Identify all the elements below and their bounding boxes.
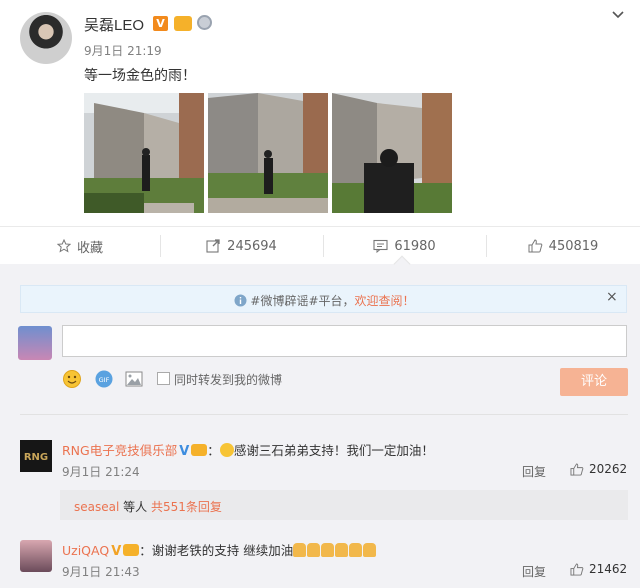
emoji-icon[interactable]: [62, 369, 82, 389]
repost-label[interactable]: 同时转发到我的微博: [174, 371, 282, 388]
comment-time[interactable]: 9月1日 21:43: [62, 563, 140, 580]
repost-checkbox[interactable]: [157, 372, 170, 385]
repost-button[interactable]: 245694: [160, 227, 323, 265]
username[interactable]: 吴磊LEO: [84, 14, 144, 35]
comment-like-count: 21462: [589, 562, 628, 576]
fist-emoji-icon: [335, 543, 349, 557]
comment-text: 感谢三石弟弟支持！我们一定加油！: [233, 443, 434, 458]
fist-emoji-icon: [307, 543, 321, 557]
emoji-icon: [219, 443, 234, 457]
svg-text:GIF: GIF: [99, 376, 110, 384]
comment-count: 61980: [394, 238, 436, 254]
vip-crown-icon: [174, 16, 192, 31]
like-count: 450819: [548, 238, 599, 254]
post-action-bar: 收藏 245694 61980 450819: [0, 226, 640, 264]
comments-divider: [20, 414, 628, 415]
verified-badge-icon: V: [153, 16, 168, 31]
reply-button[interactable]: 回复: [522, 463, 546, 480]
comment-avatar[interactable]: [20, 540, 52, 572]
repost-icon: [206, 239, 220, 253]
submit-comment-button[interactable]: 评论: [560, 368, 628, 396]
vip-crown-icon: [191, 444, 208, 456]
comment-username[interactable]: UziQAQ: [62, 543, 109, 558]
comment-time[interactable]: 9月1日 21:24: [62, 463, 140, 480]
like-button[interactable]: 450819: [486, 227, 640, 265]
post-timestamp[interactable]: 9月1日 21:19: [84, 42, 162, 59]
thumbs-up-icon: [570, 562, 584, 576]
thumbs-up-icon: [528, 239, 542, 253]
favorite-label: 收藏: [76, 240, 103, 256]
fist-emoji-icon: [293, 543, 307, 557]
comment-line: RNG电子竞技俱乐部 V ： 感谢三石弟弟支持！我们一定加油！: [62, 440, 434, 459]
verified-yellow-icon: V: [111, 544, 122, 559]
post-text: 等一场金色的雨！: [84, 68, 196, 84]
sub-reply-middle: 等人: [119, 500, 151, 514]
post-photo-1[interactable]: [84, 93, 204, 213]
medal-icon: [197, 15, 212, 30]
fist-emoji-icon: [363, 543, 377, 557]
comment-line: UziQAQ V ：谢谢老铁的支持 继续加油: [62, 540, 377, 559]
verified-blue-icon: V: [179, 444, 190, 459]
post-photo-2[interactable]: [208, 93, 328, 213]
notice-prefix: #微博辟谣#平台，: [250, 294, 355, 308]
thumbs-up-icon: [570, 462, 584, 476]
comment-icon: [373, 239, 388, 253]
comment-like-count: 20262: [589, 462, 628, 476]
user-avatar[interactable]: [20, 12, 72, 64]
info-icon: [234, 294, 247, 307]
view-all-replies-link[interactable]: 共551条回复: [151, 500, 222, 514]
comment-colon: ：: [207, 443, 220, 458]
sub-reply-user[interactable]: seaseal: [74, 500, 119, 514]
gif-icon[interactable]: GIF: [94, 369, 114, 389]
weibo-post-page: 吴磊LEO V 9月1日 21:19 等一场金色的雨！ 收藏 245694 61…: [0, 0, 640, 588]
reply-button[interactable]: 回复: [522, 563, 546, 580]
image-icon[interactable]: [124, 369, 144, 389]
fist-emoji-icon: [321, 543, 335, 557]
post-photo-3[interactable]: [332, 93, 452, 213]
fist-emoji-icon: [349, 543, 363, 557]
svg-text:RNG: RNG: [24, 452, 48, 463]
sub-replies-box: seaseal 等人 共551条回复: [60, 490, 628, 520]
favorite-button[interactable]: 收藏: [0, 227, 160, 265]
close-icon[interactable]: ×: [606, 289, 618, 305]
repost-count: 245694: [227, 238, 277, 254]
comment-like-button[interactable]: 21462: [570, 562, 627, 576]
star-icon: [56, 239, 71, 253]
vip-crown-icon: [123, 544, 140, 556]
comment-like-button[interactable]: 20262: [570, 462, 627, 476]
notice-bar: #微博辟谣#平台，欢迎查阅！: [20, 285, 627, 313]
sub-replies-text: seaseal 等人 共551条回复: [74, 498, 222, 515]
comment-username[interactable]: RNG电子竞技俱乐部: [62, 443, 177, 458]
my-avatar[interactable]: [18, 326, 52, 360]
notice-link[interactable]: 欢迎查阅！: [355, 294, 415, 308]
comment-text: 谢谢老铁的支持 继续加油: [151, 543, 294, 558]
rng-logo-icon: RNG: [20, 440, 52, 472]
chevron-down-icon[interactable]: [611, 8, 625, 22]
comment-colon: ：: [139, 543, 152, 558]
notice-text: #微博辟谣#平台，欢迎查阅！: [21, 292, 628, 309]
comment-avatar[interactable]: RNG: [20, 440, 52, 472]
comment-input[interactable]: [62, 325, 627, 357]
